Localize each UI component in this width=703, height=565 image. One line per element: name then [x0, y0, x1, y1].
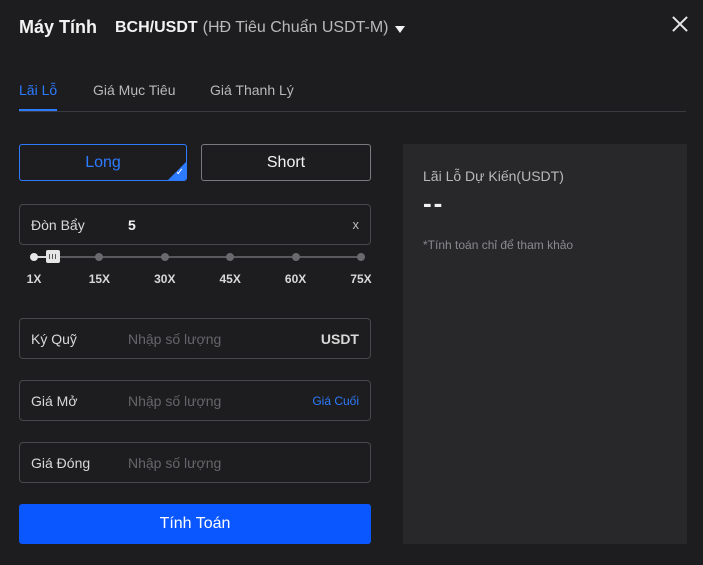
pair-selector[interactable]: BCH/USDT (HĐ Tiêu Chuẩn USDT-M)	[115, 19, 405, 37]
margin-field[interactable]: Ký Quỹ USDT	[19, 318, 371, 359]
slider-tick-label: 45X	[219, 272, 241, 286]
slider-track[interactable]	[34, 256, 361, 258]
clear-icon[interactable]: x	[353, 217, 360, 232]
result-note: *Tính toán chỉ để tham khảo	[423, 238, 574, 252]
exit-price-label: Giá Đóng	[31, 454, 91, 471]
slider-step-dot[interactable]	[357, 253, 365, 261]
slider-handle[interactable]	[45, 250, 60, 263]
leverage-input[interactable]	[128, 216, 308, 233]
long-button[interactable]: Long ✓	[19, 144, 187, 181]
slider-tick-label: 75X	[350, 272, 372, 286]
checkmark-icon: ✓	[175, 167, 184, 178]
entry-price-field[interactable]: Giá Mở Giá Cuối	[19, 380, 371, 421]
slider-tick-label: 30X	[154, 272, 176, 286]
slider-tick-label: 60X	[284, 272, 307, 286]
caret-down-icon	[394, 25, 405, 33]
tab-liquidation-price[interactable]: Giá Thanh Lý	[210, 82, 294, 98]
tab-target-price[interactable]: Giá Mục Tiêu	[93, 82, 175, 98]
tab-pnl[interactable]: Lãi Lỗ	[19, 82, 58, 111]
entry-price-label: Giá Mở	[31, 392, 78, 409]
long-label: Long	[85, 153, 121, 171]
page-title: Máy Tính	[19, 17, 98, 37]
slider-step-dot[interactable]	[160, 253, 169, 261]
slider-step-dot[interactable]	[95, 253, 104, 261]
leverage-field[interactable]: Đòn Bẩy x	[19, 204, 371, 245]
calculate-button[interactable]: Tính Toán	[19, 504, 371, 544]
result-panel: Lãi Lỗ Dự Kiến(USDT) -- *Tính toán chỉ đ…	[403, 144, 687, 544]
result-title: Lãi Lỗ Dự Kiến(USDT)	[423, 168, 564, 184]
slider-step-dot[interactable]	[291, 253, 300, 261]
short-button[interactable]: Short	[201, 144, 371, 181]
slider-tick-label: 15X	[88, 272, 111, 286]
exit-price-field[interactable]: Giá Đóng	[19, 442, 371, 483]
tab-bar: Lãi Lỗ Giá Mục Tiêu Giá Thanh Lý	[19, 82, 686, 112]
pair-contract-type: (HĐ Tiêu Chuẩn USDT-M)	[202, 19, 389, 36]
leverage-slider[interactable]: 1X 15X 30X 45X 60X 75X	[19, 250, 372, 290]
margin-unit: USDT	[320, 330, 359, 347]
slider-step-dot[interactable]	[30, 253, 38, 261]
slider-tick-label: 1X	[26, 272, 42, 286]
margin-label: Ký Quỹ	[31, 330, 77, 347]
entry-price-input[interactable]	[128, 392, 308, 409]
slider-step-dot[interactable]	[226, 253, 235, 261]
result-value: --	[423, 188, 445, 218]
leverage-label: Đòn Bẩy	[31, 216, 85, 233]
close-icon[interactable]	[669, 13, 691, 35]
exit-price-input[interactable]	[128, 454, 308, 471]
last-price-link[interactable]: Giá Cuối	[312, 394, 359, 408]
pair-symbol: BCH/USDT	[115, 19, 198, 36]
margin-input[interactable]	[128, 330, 308, 347]
